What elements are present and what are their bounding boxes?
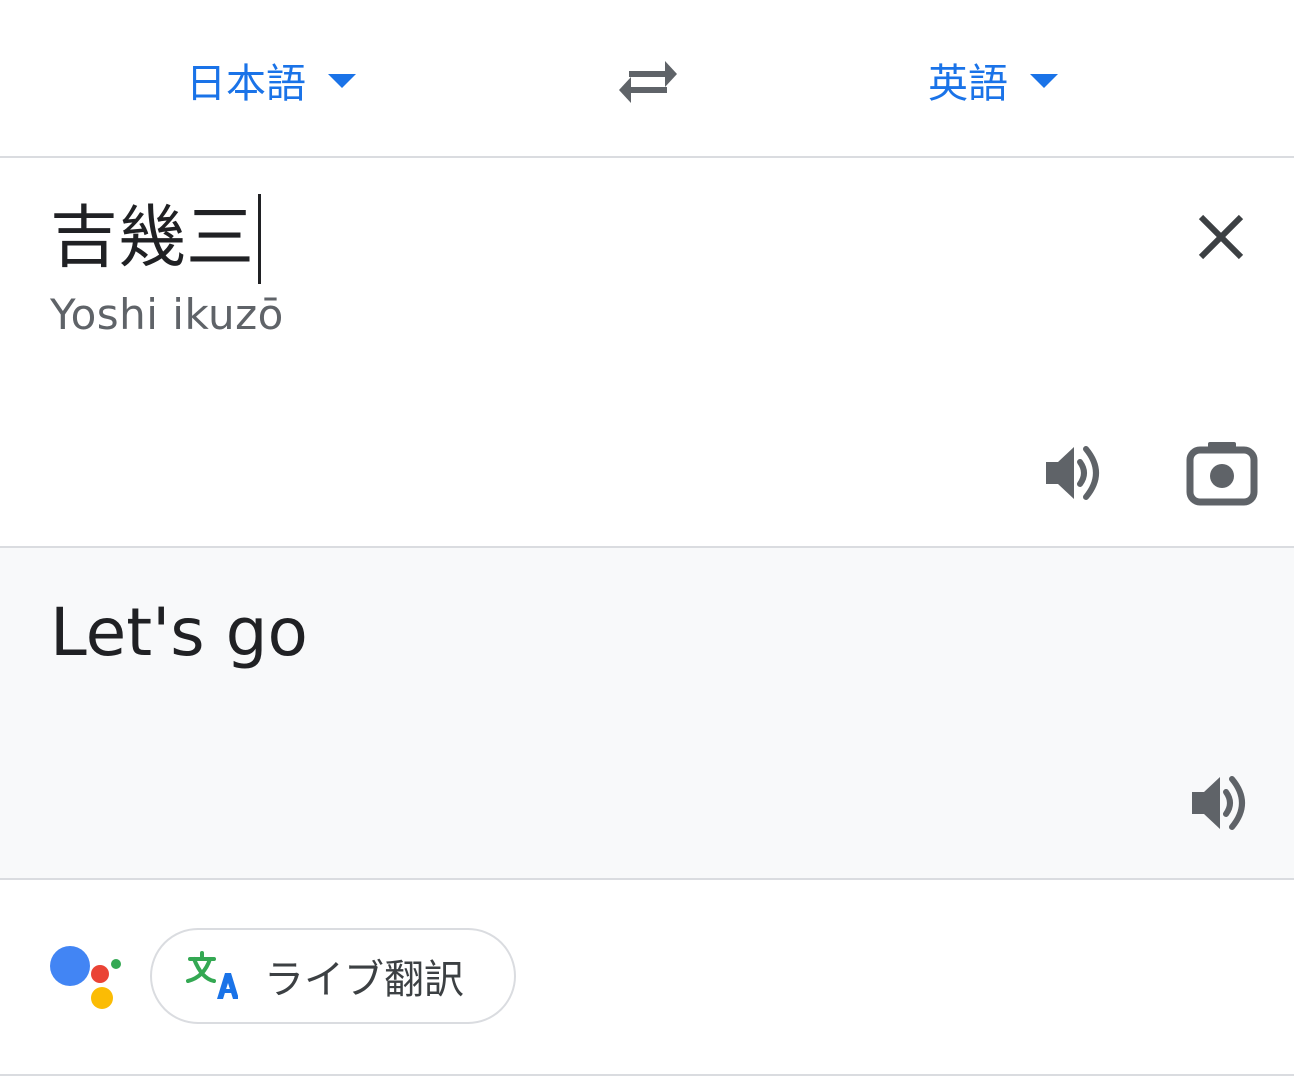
- speaker-icon: [1046, 446, 1099, 500]
- translation-result-panel: Let's go: [0, 548, 1294, 880]
- close-icon: [1198, 214, 1244, 260]
- source-input-panel[interactable]: 吉幾三 Yoshi ikuzō: [0, 158, 1294, 548]
- source-language-label: 日本語: [186, 61, 306, 107]
- bottom-bar: ライブ翻訳: [0, 880, 1294, 1076]
- language-bar: 日本語 英語: [0, 0, 1294, 158]
- listen-translation-button[interactable]: [1182, 768, 1258, 838]
- live-translate-label: ライブ翻訳: [264, 957, 464, 1003]
- source-text-field[interactable]: 吉幾三: [50, 194, 262, 284]
- swap-languages-button[interactable]: [612, 54, 684, 110]
- camera-button[interactable]: [1180, 438, 1264, 508]
- listen-source-button[interactable]: [1036, 438, 1112, 508]
- source-language-selector[interactable]: 日本語: [186, 50, 358, 110]
- chevron-down-icon: [1030, 74, 1058, 88]
- swap-arrows-icon: [619, 61, 677, 103]
- translate-app: 日本語 英語 吉幾三 Yoshi ikuzō Let's go ライブ翻訳: [0, 0, 1294, 1080]
- romanization-text: Yoshi ikuzō: [50, 290, 284, 339]
- text-cursor: [258, 194, 262, 284]
- target-language-label: 英語: [928, 61, 1008, 107]
- live-translate-button[interactable]: ライブ翻訳: [150, 928, 516, 1024]
- target-language-selector[interactable]: 英語: [928, 50, 1060, 110]
- chevron-down-icon: [328, 74, 356, 88]
- google-assistant-icon[interactable]: [48, 942, 128, 1012]
- translation-text: Let's go: [50, 594, 308, 671]
- clear-input-button[interactable]: [1186, 202, 1256, 272]
- camera-icon: [1186, 442, 1258, 506]
- speaker-icon: [1192, 776, 1245, 830]
- source-text: 吉幾三: [50, 199, 255, 278]
- translate-icon: [186, 951, 238, 999]
